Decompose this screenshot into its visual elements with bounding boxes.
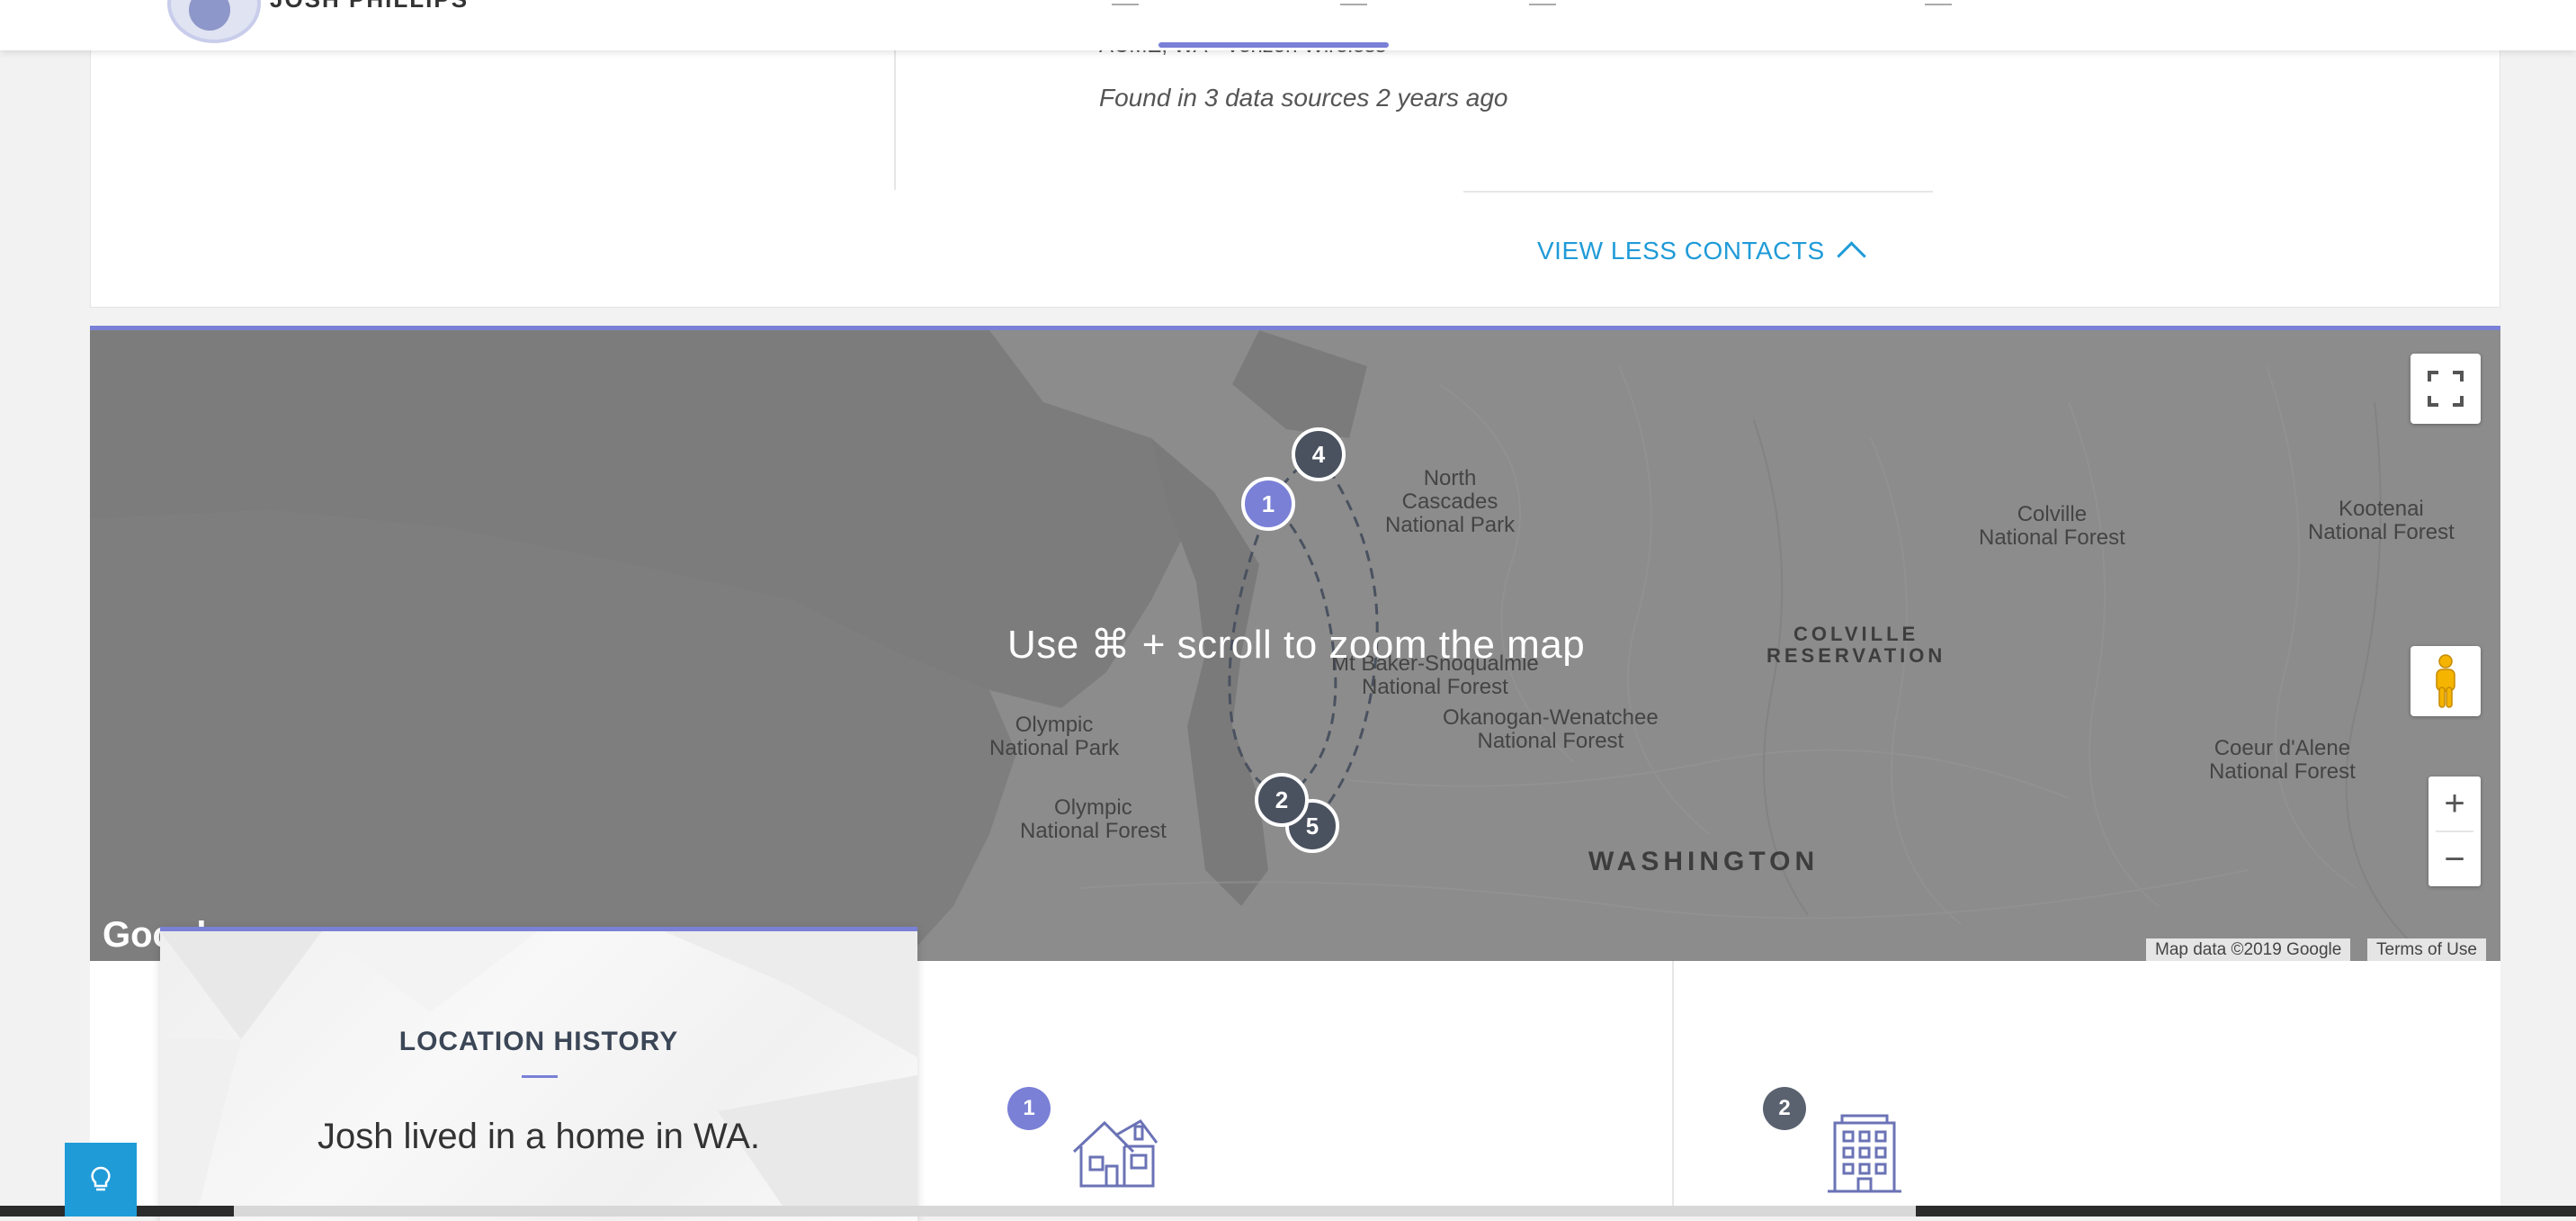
map-label: North Cascades National Park [1385,466,1516,537]
map-marker[interactable]: 1 [1241,477,1295,531]
map-marker[interactable]: 2 [1255,773,1309,827]
map-label: Olympic National Forest [1020,795,1167,843]
zoom-control: + − [2428,777,2481,886]
location-map[interactable]: North Cascades National Park Colville Na… [90,326,2500,965]
map-marker[interactable]: 4 [1292,427,1346,481]
map-label: Olympic National Park [989,713,1120,760]
map-label-state: WASHINGTON [1588,847,1820,876]
avatar [167,0,261,43]
profile-name: JOSH PHILLIPS [270,0,469,13]
divider [1463,191,1933,193]
location-history-title: LOCATION HISTORY [398,1027,679,1056]
map-zoom-hint: Use ⌘ + scroll to zoom the map [1007,623,1586,667]
contact-found-text: Found in 3 data sources 2 years ago [1099,84,1508,112]
map-label: COLVILLE RESERVATION [1767,623,1946,667]
pegman-icon [2436,654,2455,708]
tab-stub[interactable] [1112,0,1139,5]
map-label: Coeur d'Alene National Forest [2209,736,2356,784]
street-view-button[interactable] [2411,646,2481,716]
active-tab-indicator [1158,42,1389,48]
status-bar-fragment [234,1206,1916,1217]
chevron-up-icon [1836,241,1866,271]
entry-number-badge: 1 [1007,1087,1051,1130]
location-history-description: Josh lived in a home in WA. [317,1117,761,1156]
top-navigation-bar: JOSH PHILLIPS [0,0,2576,50]
entry-number-badge: 2 [1763,1087,1806,1130]
view-less-contacts-button[interactable]: VIEW LESS CONTACTS [1537,235,1866,271]
zoom-in-button[interactable]: + [2428,777,2481,830]
tab-stub[interactable] [1529,0,1556,5]
lightbulb-icon [91,1166,111,1191]
fullscreen-icon [2428,371,2464,407]
tab-stub[interactable] [1925,0,1952,5]
map-data-attribution: Map data ©2019 Google [2146,938,2351,962]
card-pattern [160,931,917,1217]
fullscreen-button[interactable] [2411,354,2481,424]
map-label: Colville National Forest [1979,502,2125,550]
house-icon [1072,1119,1158,1188]
map-label: Kootenai National Forest [2308,497,2455,544]
location-history-card: LOCATION HISTORY Josh lived in a home in… [160,927,917,1221]
zoom-out-button[interactable]: − [2428,832,2481,886]
os-bottom-strip [0,1206,2576,1217]
tips-button[interactable] [65,1143,137,1217]
terms-of-use-link[interactable]: Terms of Use [2367,938,2486,962]
divider [1672,961,1674,1217]
tab-stub[interactable] [1340,0,1367,5]
view-less-contacts-label: VIEW LESS CONTACTS [1537,236,1825,265]
building-icon [1828,1114,1901,1193]
title-underline [522,1075,558,1078]
map-label: Okanogan-Wenatchee National Forest [1443,705,1659,753]
